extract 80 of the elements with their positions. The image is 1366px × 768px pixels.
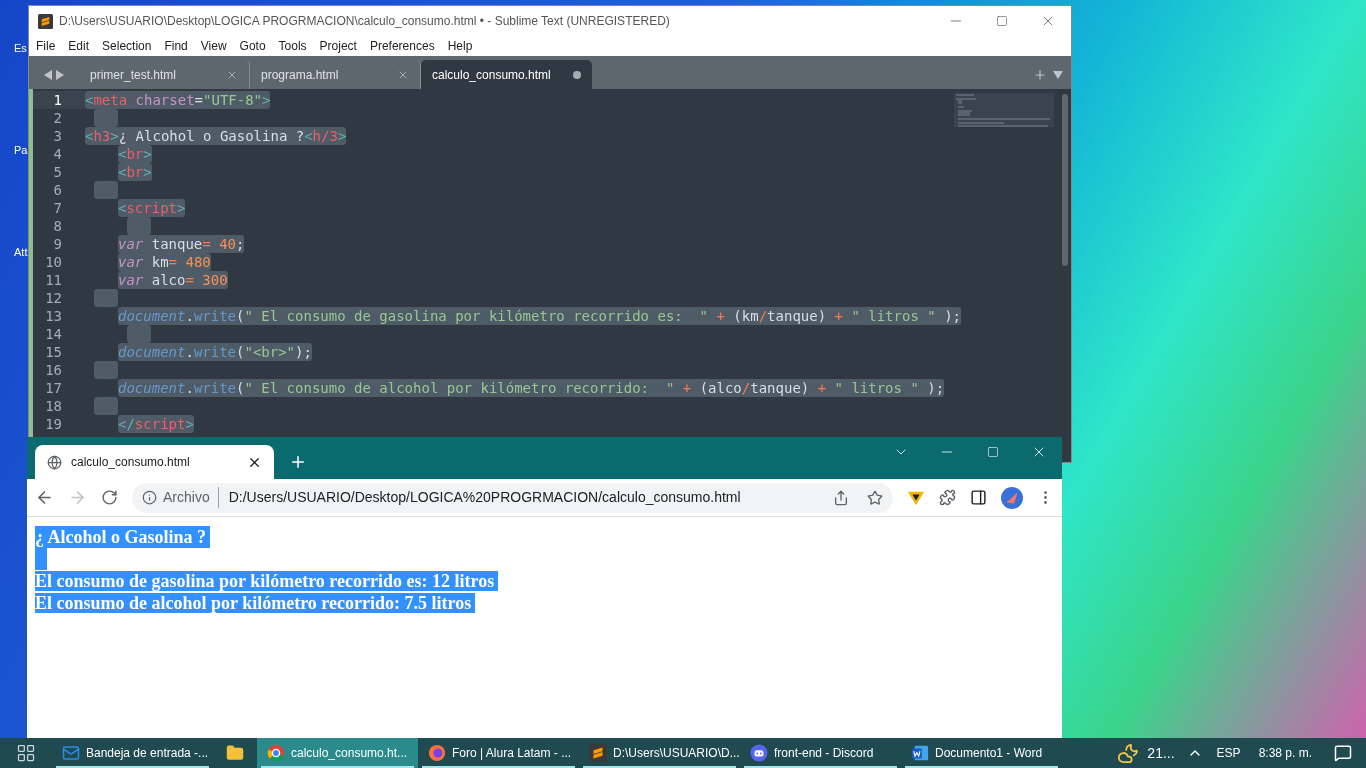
- menu-item[interactable]: Goto: [239, 37, 266, 55]
- menu-item[interactable]: Tools: [278, 37, 307, 55]
- maximize-icon[interactable]: [996, 15, 1008, 27]
- line-number: 14: [44, 325, 63, 343]
- tab-scroll-right-icon[interactable]: [56, 69, 64, 80]
- notifications-icon[interactable]: [1334, 744, 1352, 762]
- line-number: 3: [52, 127, 63, 145]
- line-number: 17: [44, 379, 63, 397]
- tab-label: calculo_consumo.html: [432, 66, 551, 84]
- line-number: 6: [52, 181, 63, 199]
- line-number: 8: [52, 217, 63, 235]
- tab-scroll-left-icon[interactable]: [44, 69, 52, 80]
- page-heading: ¿ Alcohol o Gasolina ?: [35, 526, 211, 548]
- menu-item[interactable]: Help: [447, 37, 473, 55]
- clock[interactable]: 8:38 p. m.: [1258, 744, 1312, 762]
- line-number: 19: [44, 415, 63, 433]
- scrollbar-thumb[interactable]: [1062, 94, 1068, 266]
- start-grid-icon[interactable]: [16, 743, 36, 763]
- selected-line-break: [35, 548, 47, 570]
- editor-icon: [38, 13, 53, 29]
- desktop-icon-label[interactable]: Es: [14, 40, 27, 57]
- globe-icon: [47, 454, 62, 470]
- tab-label: primer_test.html: [90, 66, 177, 84]
- extensions-icon[interactable]: [939, 489, 956, 506]
- editor-tab[interactable]: primer_test.html: [79, 60, 250, 89]
- line-number: 10: [44, 253, 63, 271]
- url-text: D:/Users/USUARIO/Desktop/LOGICA%20PROGRMACION/calculo_consumo.html: [228, 488, 741, 507]
- line-number: 4: [52, 145, 63, 163]
- chat-icon: [750, 744, 768, 762]
- bookmark-star-icon[interactable]: [867, 489, 883, 506]
- window-title: D:\Users\USUARIO\Desktop\LOGICA PROGRMACION\calculo_consumo.html • - Sublime Text (UNREGISTERED): [59, 13, 670, 30]
- back-icon[interactable]: [35, 488, 54, 507]
- fox-globe-icon: [428, 744, 446, 762]
- editor-tab[interactable]: calculo_consumo.html: [421, 60, 592, 89]
- menu-item[interactable]: Find: [164, 37, 188, 55]
- taskbar-button[interactable]: Bandeja de entrada -...: [52, 738, 213, 768]
- avatar-icon[interactable]: [1001, 486, 1023, 509]
- share-icon[interactable]: [833, 489, 849, 506]
- taskbar-button[interactable]: D:\Users\USUARIO\D...: [579, 738, 740, 768]
- menu-item[interactable]: Preferences: [369, 37, 435, 55]
- line-number: 13: [44, 307, 63, 325]
- menu-item[interactable]: Selection: [102, 37, 152, 55]
- tab-label: programa.html: [261, 66, 339, 84]
- taskbar-button[interactable]: Documento1 - Word: [901, 738, 1062, 768]
- line-number: 15: [44, 343, 63, 361]
- temperature[interactable]: 21...: [1147, 742, 1175, 764]
- document-icon: [911, 744, 929, 762]
- tab-label: calculo_consumo.html: [71, 454, 190, 471]
- editor-icon: [589, 744, 607, 762]
- language-indicator[interactable]: ESP: [1216, 744, 1241, 762]
- line-number: 12: [44, 289, 63, 307]
- taskbar-button[interactable]: front-end - Discord: [740, 738, 901, 768]
- desktop-icon-label[interactable]: Att: [14, 244, 28, 261]
- menu-item[interactable]: Edit: [68, 37, 90, 55]
- menu-item[interactable]: Project: [319, 37, 357, 55]
- menu-item[interactable]: View: [200, 37, 227, 55]
- address-bar[interactable]: Archivo D:/Users/USUARIO/Desktop/LOGICA%20PROGRMACION/calculo_consumo.html: [132, 482, 893, 513]
- menu-item[interactable]: File: [36, 37, 56, 55]
- desktop-icon-label[interactable]: Pa: [14, 142, 28, 159]
- taskbar-button[interactable]: Foro | Alura Latam - ...: [418, 738, 579, 768]
- folder-icon: [226, 744, 244, 762]
- tab-list-icon[interactable]: [1053, 70, 1063, 79]
- taskbar-button[interactable]: calculo_consumo.ht...: [257, 738, 418, 768]
- line-number: 11: [44, 271, 63, 289]
- line-number: 18: [44, 397, 63, 415]
- line-number: 16: [44, 361, 63, 379]
- scheme-label: Archivo: [163, 487, 219, 508]
- line-number: 9: [52, 235, 63, 253]
- side-panel-icon[interactable]: [970, 489, 987, 506]
- line-number: 1: [33, 91, 85, 109]
- line-number: 7: [52, 199, 63, 217]
- browser-icon: [267, 744, 285, 762]
- info-icon[interactable]: [142, 490, 157, 505]
- browser-tab[interactable]: calculo_consumo.html: [35, 445, 274, 479]
- line-number: 5: [52, 163, 63, 181]
- new-tab-icon[interactable]: [289, 453, 307, 471]
- weather-icon[interactable]: [1117, 742, 1140, 764]
- reload-icon[interactable]: [101, 489, 118, 506]
- mail-icon: [62, 744, 80, 762]
- line-number: 2: [52, 109, 63, 127]
